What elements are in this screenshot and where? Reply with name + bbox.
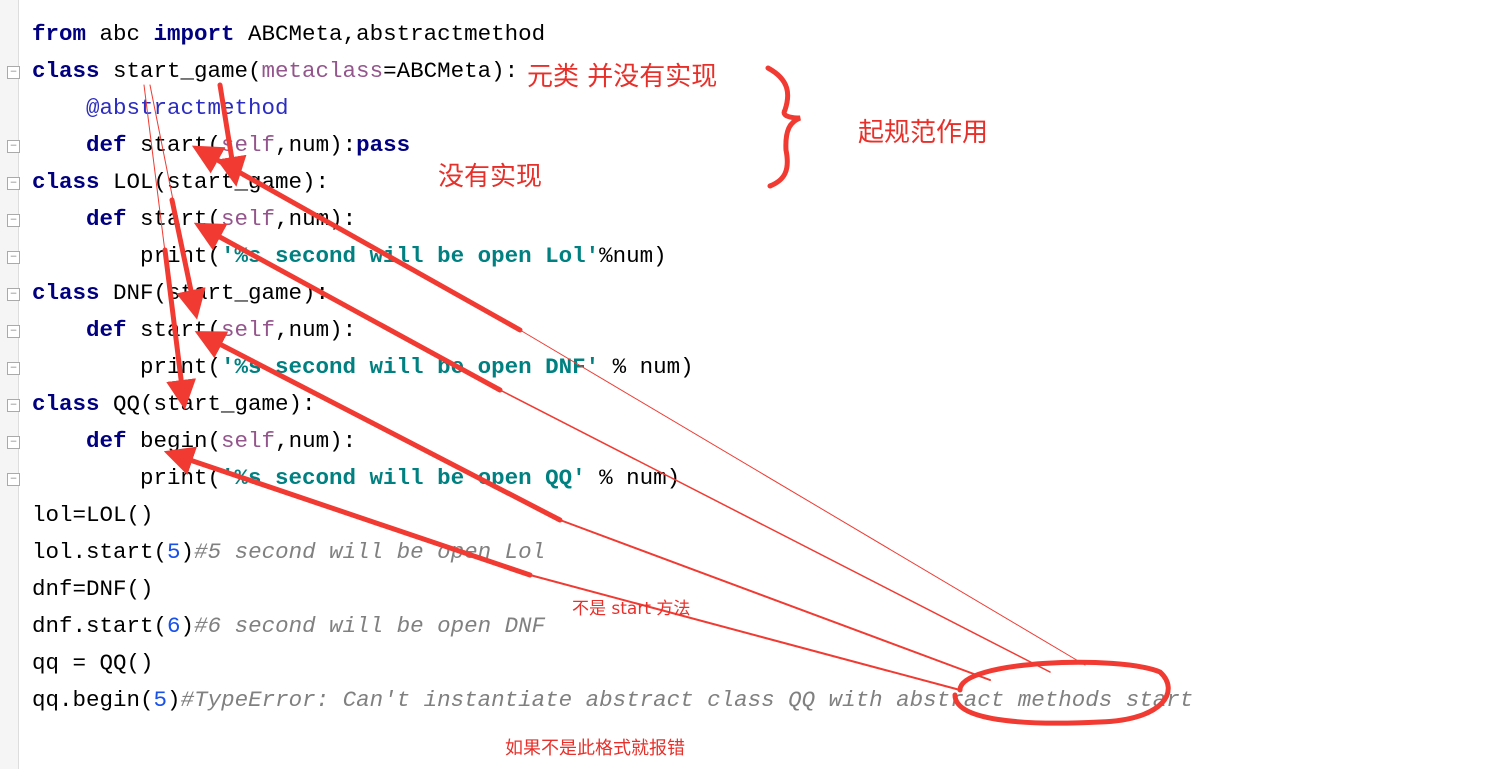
red-circle — [952, 659, 1171, 726]
annotation-not-implemented: 没有实现 — [438, 162, 543, 192]
arrow — [193, 222, 503, 393]
arrow — [162, 247, 197, 410]
arrow — [169, 197, 206, 320]
annotation-norm: 起规范作用 — [858, 118, 989, 148]
arrow — [163, 446, 533, 578]
curly-brace — [765, 65, 802, 189]
annotation-metaclass: 元类 并没有实现 — [527, 62, 718, 92]
annotation-overlay — [143, 65, 1171, 726]
arrow — [194, 331, 563, 523]
arrow — [499, 389, 1051, 673]
arrow — [216, 82, 247, 187]
annotation-not-start: 不是 start 方法 — [572, 599, 691, 619]
annotation-error: 如果不是此格式就报错 — [505, 738, 685, 759]
